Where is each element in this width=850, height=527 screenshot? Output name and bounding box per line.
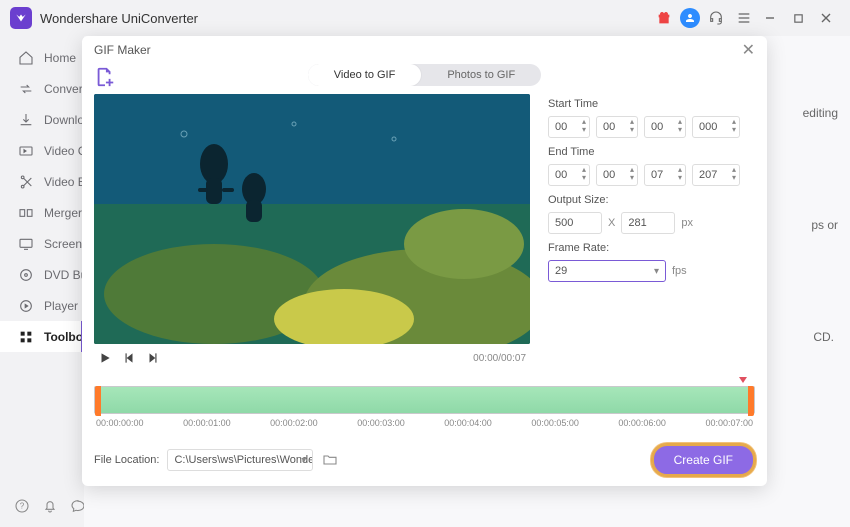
- settings-panel: Start Time 00▴▾ 00▴▾ 00▴▾ 000▴▾ End Time…: [548, 94, 755, 372]
- scissors-icon: [18, 174, 34, 190]
- end-time-label: End Time: [548, 146, 755, 158]
- timeline-ticks: 00:00:00:00 00:00:01:00 00:00:02:00 00:0…: [94, 418, 755, 428]
- gift-icon[interactable]: [652, 6, 676, 30]
- output-height-input[interactable]: 281: [621, 212, 675, 234]
- sidebar-item-converter[interactable]: Converter: [0, 73, 84, 104]
- trim-handle-right[interactable]: [748, 386, 754, 416]
- stepper-icon[interactable]: ▴▾: [678, 166, 682, 182]
- end-ms-input[interactable]: 207▴▾: [692, 164, 740, 186]
- sidebar-item-label: Player: [44, 299, 78, 313]
- help-icon[interactable]: ?: [14, 498, 30, 517]
- sidebar-item-label: Converter: [44, 82, 84, 96]
- stepper-icon[interactable]: ▴▾: [582, 118, 586, 134]
- download-icon: [18, 112, 34, 128]
- tab-video-to-gif[interactable]: Video to GIF: [308, 64, 422, 86]
- sidebar-item-label: Merger: [44, 206, 82, 220]
- end-min-input[interactable]: 00▴▾: [596, 164, 638, 186]
- sidebar-item-label: Screen Recorder: [44, 237, 84, 251]
- sidebar-item-editor[interactable]: Video Editor: [0, 166, 84, 197]
- user-avatar-icon[interactable]: [680, 8, 700, 28]
- stepper-icon[interactable]: ▴▾: [582, 166, 586, 182]
- sidebar-item-downloader[interactable]: Downloader: [0, 104, 84, 135]
- time-readout: 00:00/00:07: [473, 353, 526, 364]
- compress-icon: [18, 143, 34, 159]
- fps-unit: fps: [672, 265, 687, 277]
- next-frame-button[interactable]: [146, 351, 160, 365]
- app-logo: [10, 7, 32, 29]
- output-size-label: Output Size:: [548, 194, 755, 206]
- end-hour-input[interactable]: 00▴▾: [548, 164, 590, 186]
- headset-icon[interactable]: [704, 6, 728, 30]
- home-icon: [18, 50, 34, 66]
- end-sec-input[interactable]: 07▴▾: [644, 164, 686, 186]
- file-location-label: File Location:: [94, 454, 159, 466]
- sidebar-item-player[interactable]: Player: [0, 290, 84, 321]
- titlebar: Wondershare UniConverter: [0, 0, 850, 36]
- playback-controls: 00:00/00:07: [94, 344, 530, 372]
- bg-text: editing: [803, 106, 838, 120]
- output-width-input[interactable]: 500: [548, 212, 602, 234]
- playhead-marker[interactable]: [739, 377, 747, 383]
- screen-icon: [18, 236, 34, 252]
- file-location-select[interactable]: C:\Users\ws\Pictures\Wondersh: [167, 449, 313, 471]
- video-preview[interactable]: [94, 94, 530, 344]
- create-gif-button[interactable]: Create GIF: [652, 444, 755, 476]
- sidebar-item-toolbox[interactable]: Toolbox: [0, 321, 84, 352]
- close-button[interactable]: [812, 6, 840, 30]
- start-ms-input[interactable]: 000▴▾: [692, 116, 740, 138]
- stepper-icon[interactable]: ▴▾: [732, 166, 736, 182]
- stepper-icon[interactable]: ▴▾: [630, 166, 634, 182]
- tab-photos-to-gif[interactable]: Photos to GIF: [421, 64, 541, 86]
- stepper-icon[interactable]: ▴▾: [732, 118, 736, 134]
- sidebar-item-label: Video Editor: [44, 175, 84, 189]
- sidebar-item-compressor[interactable]: Video Compressor: [0, 135, 84, 166]
- disc-icon: [18, 267, 34, 283]
- sidebar-item-label: Video Compressor: [44, 144, 84, 158]
- sidebar-item-label: Toolbox: [44, 330, 84, 344]
- timeline-track[interactable]: [94, 386, 755, 414]
- start-min-input[interactable]: 00▴▾: [596, 116, 638, 138]
- add-file-button[interactable]: [94, 66, 116, 88]
- sidebar-item-merger[interactable]: Merger: [0, 197, 84, 228]
- timeline: 00:00:00:00 00:00:01:00 00:00:02:00 00:0…: [82, 372, 767, 428]
- dialog-close-button[interactable]: ✕: [742, 40, 755, 60]
- stepper-icon[interactable]: ▴▾: [678, 118, 682, 134]
- px-unit: px: [681, 217, 693, 229]
- sidebar-item-label: Home: [44, 51, 76, 65]
- dimension-x: X: [608, 217, 615, 229]
- mode-tabs: Video to GIF Photos to GIF: [308, 64, 541, 86]
- trim-handle-left[interactable]: [95, 386, 101, 416]
- frame-rate-label: Frame Rate:: [548, 242, 755, 254]
- bg-text: ps or: [811, 218, 838, 232]
- sidebar-item-recorder[interactable]: Screen Recorder: [0, 228, 84, 259]
- frame-rate-select[interactable]: 29: [548, 260, 666, 282]
- open-folder-button[interactable]: [321, 451, 339, 469]
- bottom-icons: ?: [0, 488, 84, 527]
- svg-text:?: ?: [20, 502, 25, 511]
- grid-icon: [18, 329, 34, 345]
- start-hour-input[interactable]: 00▴▾: [548, 116, 590, 138]
- sidebar-item-dvd[interactable]: DVD Burner: [0, 259, 84, 290]
- minimize-button[interactable]: [756, 6, 784, 30]
- play-button[interactable]: [98, 351, 112, 365]
- sidebar-item-home[interactable]: Home: [0, 42, 84, 73]
- convert-icon: [18, 81, 34, 97]
- dialog-header: GIF Maker ✕: [82, 36, 767, 64]
- bell-icon[interactable]: [42, 498, 58, 517]
- start-time-label: Start Time: [548, 98, 755, 110]
- bg-text: CD.: [813, 330, 834, 344]
- gif-maker-dialog: GIF Maker ✕ Video to GIF Photos to GIF: [82, 36, 767, 486]
- menu-icon[interactable]: [732, 6, 756, 30]
- stepper-icon[interactable]: ▴▾: [630, 118, 634, 134]
- sidebar-item-label: DVD Burner: [44, 268, 84, 282]
- maximize-button[interactable]: [784, 6, 812, 30]
- start-sec-input[interactable]: 00▴▾: [644, 116, 686, 138]
- play-icon: [18, 298, 34, 314]
- app-title: Wondershare UniConverter: [40, 11, 198, 26]
- sidebar-item-label: Downloader: [44, 113, 84, 127]
- prev-frame-button[interactable]: [122, 351, 136, 365]
- merge-icon: [18, 205, 34, 221]
- dialog-title: GIF Maker: [94, 43, 151, 57]
- sidebar: Home Converter Downloader Video Compress…: [0, 36, 84, 527]
